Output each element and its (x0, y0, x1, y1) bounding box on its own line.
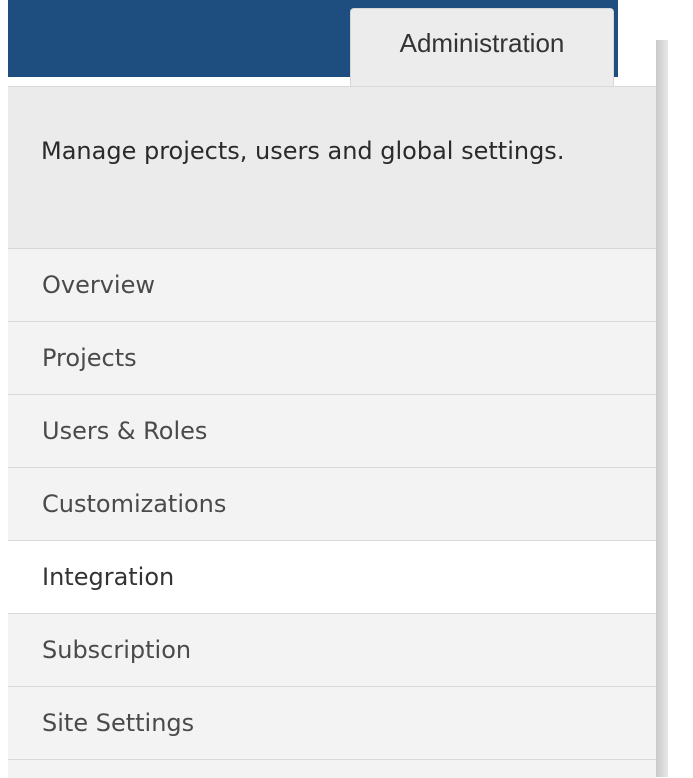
admin-frame: Administration Manage projects, users an… (0, 0, 693, 778)
scrollbar-shadow (656, 40, 668, 777)
menu-item-projects[interactable]: Projects (8, 322, 656, 395)
menu-item-site-settings[interactable]: Site Settings (8, 687, 656, 760)
menu-item-customizations[interactable]: Customizations (8, 468, 656, 541)
panel-description: Manage projects, users and global settin… (41, 137, 565, 165)
menu-item-label: Integration (42, 563, 175, 591)
tab-administration[interactable]: Administration (350, 8, 614, 86)
menu-item-label: Users & Roles (42, 417, 208, 445)
menu-item-label: Overview (42, 271, 155, 299)
scrollbar[interactable] (668, 40, 693, 777)
menu-item-subscription[interactable]: Subscription (8, 614, 656, 687)
menu-item-users-roles[interactable]: Users & Roles (8, 395, 656, 468)
menu-item-label: Customizations (42, 490, 227, 518)
menu-item-integration[interactable]: Integration (8, 541, 656, 614)
menu-item-overview[interactable]: Overview (8, 249, 656, 322)
menu-item-label: Subscription (42, 636, 192, 664)
menu-item-label: Projects (42, 344, 137, 372)
admin-menu: Overview Projects Users & Roles Customiz… (8, 249, 656, 760)
menu-item-label: Site Settings (42, 709, 195, 737)
panel-description-area: Manage projects, users and global settin… (8, 87, 656, 249)
admin-panel: Manage projects, users and global settin… (8, 86, 656, 778)
